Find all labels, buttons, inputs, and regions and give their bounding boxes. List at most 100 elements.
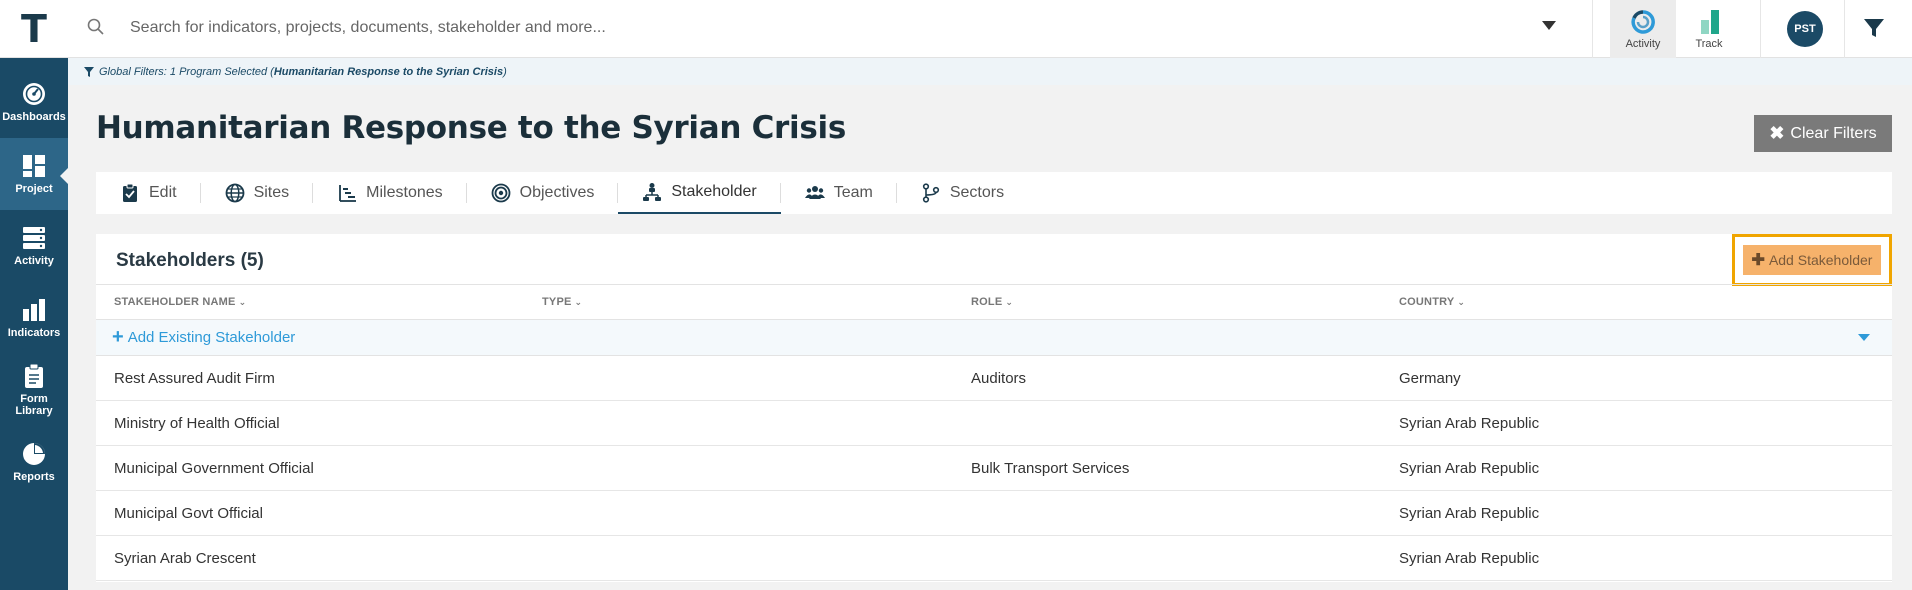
cell-name: Rest Assured Audit Firm [114, 370, 275, 387]
stakeholders-panel: Stakeholders (5) ✚ Add Stakeholder STAKE… [96, 234, 1892, 582]
add-existing-stakeholder-link[interactable]: + Add Existing Stakeholder [112, 326, 296, 348]
table-row[interactable]: Syrian Arab Crescent Syrian Arab Republi… [96, 536, 1892, 581]
globe-icon [225, 183, 244, 203]
activity-app-label: Activity [1625, 38, 1661, 50]
sectors-icon [922, 183, 939, 203]
sidebar-item-label: Indicators [7, 327, 61, 339]
tab-sites[interactable]: Sites [201, 172, 314, 214]
table-row[interactable]: Municipal Government Official Bulk Trans… [96, 446, 1892, 491]
sidebar-item-activity[interactable]: Activity [0, 210, 68, 282]
cell-country: Germany [1399, 370, 1461, 387]
search-dropdown-caret-icon[interactable] [1542, 21, 1556, 30]
track-app-icon [1701, 10, 1719, 34]
sidebar-item-dashboards[interactable]: Dashboards [0, 66, 68, 138]
chevron-down-icon: ⌄ [1005, 297, 1014, 307]
sidebar-item-label: Dashboards [2, 111, 66, 123]
target-icon [491, 183, 511, 203]
chevron-down-icon: ⌄ [574, 297, 583, 307]
global-search-input[interactable] [130, 12, 1520, 44]
column-header-label: TYPE [542, 296, 572, 308]
sidebar: Dashboards Project Activity Indicators F… [0, 58, 68, 590]
activity-app-button[interactable]: Activity [1610, 0, 1676, 58]
filter-icon[interactable] [1862, 16, 1886, 40]
cell-country: Syrian Arab Republic [1399, 505, 1540, 522]
tab-edit[interactable]: Edit [96, 172, 201, 214]
add-existing-label: Add Existing Stakeholder [127, 329, 296, 346]
add-existing-row: + Add Existing Stakeholder [96, 320, 1892, 356]
team-icon [804, 186, 825, 199]
clear-filters-label: Clear Filters [1790, 124, 1877, 142]
cell-name: Municipal Government Official [114, 460, 314, 477]
column-header-role[interactable]: ROLE ⌄ [971, 296, 1013, 308]
active-indicator [60, 168, 68, 184]
global-filter-suffix: ) [503, 65, 507, 78]
column-header-name[interactable]: STAKEHOLDER NAME ⌄ [114, 296, 246, 308]
table-row[interactable]: Ministry of Health Official Syrian Arab … [96, 401, 1892, 446]
top-bar: T Activity Track PST [0, 0, 1912, 58]
divider [1844, 0, 1845, 58]
project-tabs: Edit Sites Milestones Objectives Stakeho… [96, 172, 1892, 214]
table-row[interactable]: Rest Assured Audit Firm Auditors Germany [96, 356, 1892, 401]
close-icon: ✖ [1769, 123, 1785, 143]
user-avatar[interactable]: PST [1787, 11, 1823, 47]
tab-team[interactable]: Team [781, 172, 897, 214]
expand-caret-icon[interactable] [1858, 334, 1870, 341]
pie-chart-icon [23, 443, 45, 465]
bar-chart-icon [23, 299, 45, 321]
cell-role: Bulk Transport Services [971, 460, 1130, 477]
sidebar-item-form-library[interactable]: Form Library [0, 354, 68, 426]
tab-label: Edit [149, 184, 177, 201]
add-stakeholder-button[interactable]: ✚ Add Stakeholder [1743, 245, 1881, 275]
tab-milestones[interactable]: Milestones [313, 172, 468, 214]
column-header-label: COUNTRY [1399, 296, 1455, 308]
tab-label: Team [833, 184, 873, 201]
cell-country: Syrian Arab Republic [1399, 415, 1540, 432]
column-header-label: ROLE [971, 296, 1003, 308]
tab-label: Stakeholder [671, 183, 757, 200]
global-filter-bar[interactable]: Global Filters: 1 Program Selected ( Hum… [68, 58, 1912, 85]
plus-icon: ✚ [1751, 252, 1765, 269]
tab-objectives[interactable]: Objectives [467, 172, 619, 214]
milestones-icon [339, 185, 357, 202]
cell-name: Syrian Arab Crescent [114, 550, 256, 567]
cell-role: Auditors [971, 370, 1027, 387]
add-stakeholder-label: Add Stakeholder [1768, 252, 1873, 268]
cell-name: Municipal Govt Official [114, 505, 263, 522]
activity-app-icon [1631, 10, 1655, 34]
plus-icon: + [112, 326, 124, 348]
clear-filters-button[interactable]: ✖ Clear Filters [1754, 115, 1892, 152]
filter-icon [84, 66, 94, 77]
sidebar-item-label: Activity [14, 255, 54, 267]
sidebar-item-reports[interactable]: Reports [0, 426, 68, 498]
sidebar-item-label-line1: Form [20, 393, 48, 405]
tab-label: Sectors [949, 184, 1005, 201]
sidebar-item-indicators[interactable]: Indicators [0, 282, 68, 354]
track-app-button[interactable]: Track [1676, 0, 1742, 58]
clipboard-check-icon [123, 183, 137, 202]
global-filter-program: Humanitarian Response to the Syrian Cris… [273, 65, 504, 78]
add-stakeholder-highlight: ✚ Add Stakeholder [1732, 234, 1892, 286]
clipboard-icon [25, 363, 43, 388]
sidebar-item-label: Project [15, 183, 53, 195]
tab-stakeholder[interactable]: Stakeholder [618, 172, 782, 214]
track-app-label: Track [1695, 38, 1723, 50]
column-header-country[interactable]: COUNTRY ⌄ [1399, 296, 1465, 308]
tab-sectors[interactable]: Sectors [897, 172, 1028, 214]
app-logo[interactable]: T [0, 0, 68, 58]
divider [1592, 0, 1593, 58]
chevron-down-icon: ⌄ [1457, 297, 1466, 307]
tab-label: Milestones [366, 184, 443, 201]
tab-label: Sites [253, 184, 290, 201]
table-row[interactable]: Municipal Govt Official Syrian Arab Repu… [96, 491, 1892, 536]
column-header-label: STAKEHOLDER NAME [114, 296, 236, 308]
column-header-type[interactable]: TYPE ⌄ [542, 296, 582, 308]
org-chart-icon [643, 183, 662, 201]
sidebar-item-label: Reports [13, 471, 55, 483]
divider [1760, 0, 1761, 58]
cell-name: Ministry of Health Official [114, 415, 280, 432]
stakeholders-title: Stakeholders (5) [116, 250, 264, 271]
table-header: STAKEHOLDER NAME ⌄ TYPE ⌄ ROLE ⌄ COUNTRY ⌄ [96, 284, 1892, 320]
page-title: Humanitarian Response to the Syrian Cris… [96, 110, 846, 146]
search-icon [87, 18, 104, 35]
sidebar-item-project[interactable]: Project [0, 138, 68, 210]
